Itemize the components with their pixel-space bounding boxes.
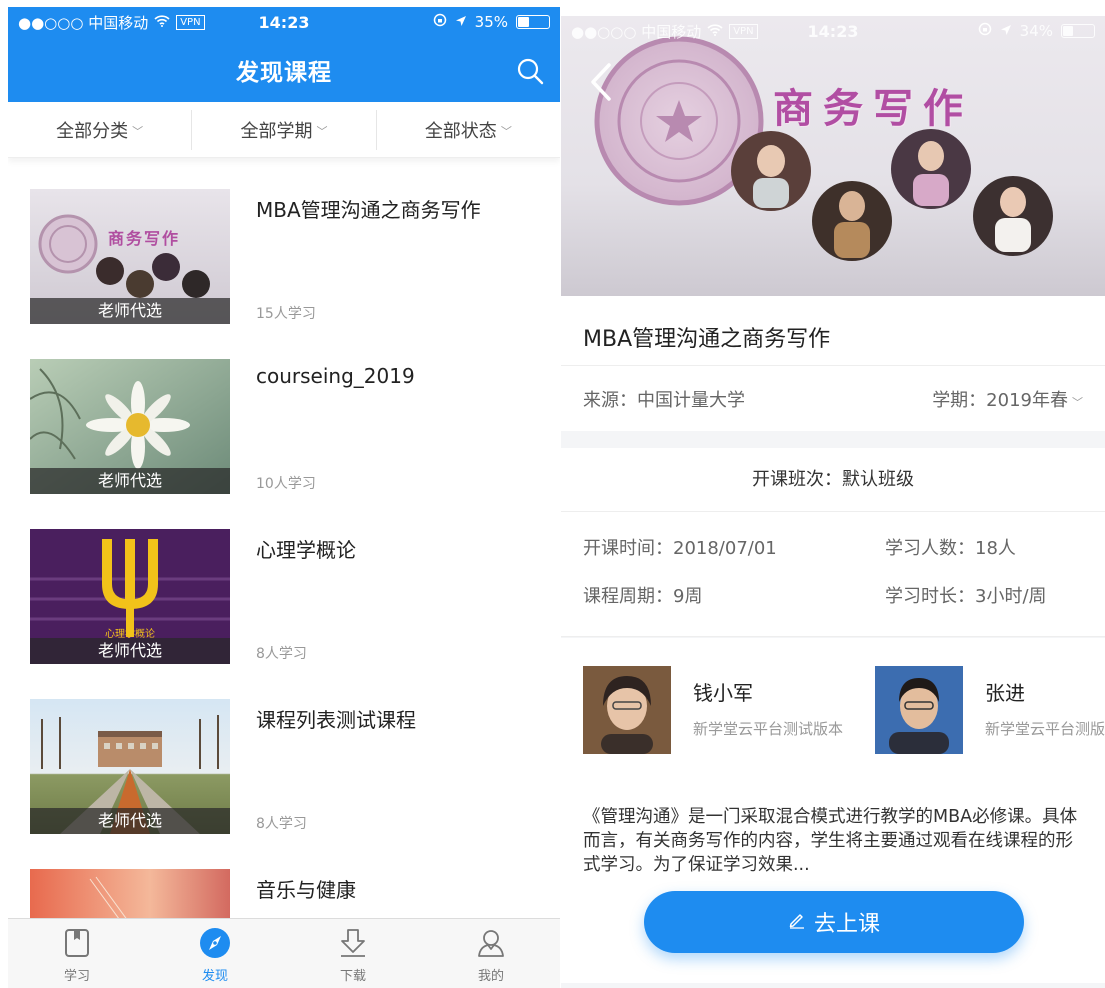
course-item[interactable]: 心理学概论 老师代选 心理学概论 8人学习 (30, 529, 550, 664)
page-title: 发现课程 (236, 59, 332, 86)
course-discovery-screen: ●●○○○ 中国移动 VPN 14:23 35% 发现课程 全部分类 ﹀ 全部学… (8, 7, 560, 988)
compass-icon (199, 927, 231, 959)
tab-label: 下载 (339, 969, 366, 984)
thumbnail-caption: 商务写作 (108, 229, 181, 248)
tab-me[interactable]: 我的 (422, 919, 560, 988)
course-period: 课程周期：9周 (583, 586, 703, 607)
course-meta-row: 来源：中国计量大学 学期：2019年春 ﹀ (561, 366, 1105, 431)
filter-category[interactable]: 全部分类 ﹀ (8, 110, 191, 150)
chevron-down-icon: ﹀ (132, 124, 144, 138)
teachers-section: 钱小军 新学堂云平台测试版本 张进 新学堂云平台测版本 (561, 638, 1105, 783)
battery-level (1063, 26, 1074, 36)
course-source: 来源：中国计量大学 (583, 389, 745, 411)
chevron-down-icon: ﹀ (500, 124, 512, 138)
course-item[interactable]: 老师代选 courseing_2019 10人学习 (30, 359, 550, 494)
learner-count: 15人学习 (256, 306, 316, 322)
learner-count: 学习人数：18人 (885, 538, 1016, 559)
download-icon (337, 927, 369, 959)
battery-percent: 35% (474, 13, 508, 31)
course-stats: 开课时间：2018/07/01 学习人数：18人 课程周期：9周 学习时长：3小… (561, 512, 1105, 637)
course-detail-screen: 商务写作 ●●○○○ 中国移动 VPN 14:23 34% MBA管理沟通之商务… (561, 16, 1105, 988)
filter-label: 全部学期 (240, 120, 313, 142)
course-title: courseing_2019 (256, 364, 415, 388)
teacher-org: 新学堂云平台测版本 (985, 720, 1105, 738)
filter-label: 全部状态 (424, 120, 497, 142)
course-description: 《管理沟通》是一门采取混合模式进行教学的MBA必修课。具体而言，有关商务写作的内… (561, 783, 1105, 983)
location-icon (1000, 22, 1012, 40)
tab-label: 发现 (201, 969, 228, 984)
tab-bar: 学习 发现 下载 我的 (8, 918, 560, 988)
teacher-pick-tag: 老师代选 (30, 638, 230, 664)
start-date: 开课时间：2018/07/01 (583, 538, 777, 559)
battery-icon (1061, 24, 1095, 38)
course-title: 心理学概论 (256, 538, 356, 562)
nav-bar: 发现课程 (8, 37, 560, 102)
user-icon (475, 927, 507, 959)
rotation-lock-icon (978, 22, 992, 40)
teacher-card[interactable]: 张进 新学堂云平台测版本 (875, 666, 1105, 754)
chevron-down-icon: ﹀ (1072, 395, 1083, 409)
filter-term[interactable]: 全部学期 ﹀ (191, 109, 375, 150)
course-thumbnail: 商务写作 老师代选 (30, 189, 230, 324)
wifi-icon (154, 13, 170, 31)
avatar (583, 666, 671, 754)
study-hours: 学习时长：3小时/周 (885, 586, 1047, 607)
rotation-lock-icon (433, 13, 447, 31)
back-button[interactable] (587, 61, 615, 103)
start-class-button[interactable]: 去上课 (644, 891, 1024, 953)
course-banner: 商务写作 (561, 16, 1105, 296)
term-selector[interactable]: 学期：2019年春 ﹀ (932, 386, 1083, 412)
location-icon (455, 13, 467, 31)
filter-bar: 全部分类 ﹀ 全部学期 ﹀ 全部状态 ﹀ (8, 102, 560, 158)
tab-discover[interactable]: 发现 (146, 919, 284, 988)
carrier-label: ●●○○○ 中国移动 (571, 22, 702, 41)
avatar (875, 666, 963, 754)
pencil-icon (788, 910, 806, 935)
filter-label: 全部分类 (56, 120, 129, 142)
status-bar: ●●○○○ 中国移动 VPN 14:23 35% (8, 7, 560, 37)
book-icon (61, 927, 93, 959)
banner-title: 商务写作 (773, 85, 973, 132)
teacher-pick-tag: 老师代选 (30, 808, 230, 834)
course-item[interactable]: 老师代选 课程列表测试课程 8人学习 (30, 699, 550, 834)
button-label: 去上课 (813, 912, 880, 937)
teacher-pick-tag: 老师代选 (30, 468, 230, 494)
teacher-org: 新学堂云平台测试版本 (693, 720, 844, 738)
search-icon[interactable] (516, 57, 544, 85)
tab-label: 学习 (63, 969, 90, 984)
teacher-pick-tag: 老师代选 (30, 298, 230, 324)
course-title: 音乐与健康 (256, 878, 356, 902)
teacher-name: 钱小军 (693, 681, 753, 705)
teacher-card[interactable]: 钱小军 新学堂云平台测试版本 (583, 666, 843, 754)
term-label: 学期：2019年春 (932, 389, 1068, 411)
course-title: MBA管理沟通之商务写作 (561, 296, 1105, 366)
wifi-icon (707, 22, 723, 40)
filter-status[interactable]: 全部状态 ﹀ (375, 109, 560, 150)
learner-count: 10人学习 (256, 476, 316, 492)
course-thumbnail: 老师代选 (30, 359, 230, 494)
course-item[interactable]: 商务写作 老师代选 MBA管理沟通之商务写作 15人学习 (30, 189, 550, 324)
carrier-label: ●●○○○ 中国移动 (18, 13, 149, 32)
chevron-down-icon: ﹀ (316, 124, 328, 138)
tab-download[interactable]: 下载 (284, 919, 422, 988)
tab-study[interactable]: 学习 (8, 919, 146, 988)
status-bar: ●●○○○ 中国移动 VPN 14:23 34% (561, 16, 1105, 46)
course-thumbnail: 老师代选 (30, 699, 230, 834)
learner-count: 8人学习 (256, 646, 307, 662)
teacher-name: 张进 (985, 681, 1025, 705)
learner-count: 8人学习 (256, 816, 307, 832)
description-text: 《管理沟通》是一门采取混合模式进行教学的MBA必修课。具体而言，有关商务写作的内… (583, 807, 1078, 875)
class-section: 开课班次：默认班级 (561, 448, 1105, 512)
vpn-badge: VPN (176, 14, 205, 30)
course-title: 课程列表测试课程 (256, 708, 416, 732)
battery-level (518, 17, 529, 27)
battery-percent: 34% (1019, 22, 1053, 40)
course-thumbnail: 心理学概论 老师代选 (30, 529, 230, 664)
vpn-badge: VPN (729, 23, 758, 39)
course-title: MBA管理沟通之商务写作 (256, 198, 481, 222)
tab-label: 我的 (477, 969, 504, 984)
battery-icon (516, 15, 550, 29)
